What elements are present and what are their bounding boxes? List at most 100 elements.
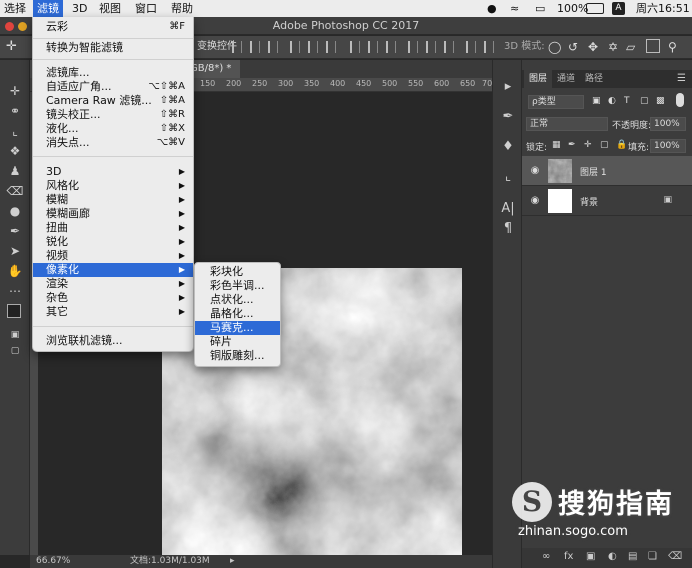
menu-item-stylize[interactable]: 风格化 ▶ bbox=[33, 179, 193, 193]
distribute-spacing-icon[interactable] bbox=[484, 41, 494, 53]
submenu-item-mosaic[interactable]: 马赛克... bbox=[195, 321, 280, 335]
panel-menu-icon[interactable]: ☰ bbox=[677, 73, 686, 84]
menu-item-3d[interactable]: 3D ▶ bbox=[33, 165, 193, 179]
3d-roll-icon[interactable]: ↺ bbox=[568, 40, 578, 54]
adjustments-panel-icon[interactable]: ♦ bbox=[499, 138, 517, 156]
character-panel-icon[interactable]: A| bbox=[499, 200, 517, 218]
workspace-icon[interactable] bbox=[646, 39, 660, 53]
eraser-tool-icon[interactable]: ⌫ bbox=[4, 182, 26, 200]
fill-field[interactable]: 100% bbox=[650, 139, 686, 153]
filter-shape-icon[interactable]: ▢ bbox=[640, 96, 649, 106]
layer-row[interactable]: ◉ 背景 ▣ bbox=[522, 186, 692, 216]
filter-smart-object-icon[interactable]: ▩ bbox=[656, 96, 665, 106]
qq-penguin-icon[interactable]: ● bbox=[487, 0, 497, 17]
search-icon[interactable]: ⚲ bbox=[668, 40, 677, 54]
menu-item-adaptive-wide-angle[interactable]: 自适应广角... ⌥⇧⌘A bbox=[33, 80, 193, 94]
foreground-color-swatch[interactable] bbox=[7, 304, 21, 318]
layer-name[interactable]: 背景 bbox=[580, 195, 598, 208]
delete-layer-icon[interactable]: ⌫ bbox=[668, 551, 682, 562]
menu-item-lens-correction[interactable]: 镜头校正... ⇧⌘R bbox=[33, 108, 193, 122]
menu-item-liquify[interactable]: 液化... ⇧⌘X bbox=[33, 122, 193, 136]
submenu-item-facet[interactable]: 彩块化 bbox=[195, 265, 280, 279]
lasso-tool-icon[interactable]: ⚭ bbox=[4, 102, 26, 120]
menu-item-filter-gallery[interactable]: 滤镜库... bbox=[33, 66, 193, 80]
paragraph-panel-icon[interactable]: ¶ bbox=[499, 220, 517, 238]
wifi-icon[interactable]: ≈ bbox=[510, 0, 519, 17]
submenu-item-fragment[interactable]: 碎片 bbox=[195, 335, 280, 349]
menu-item-sharpen[interactable]: 锐化 ▶ bbox=[33, 235, 193, 249]
lock-position-icon[interactable]: ✛ bbox=[584, 140, 592, 150]
tab-paths[interactable]: 路径 bbox=[580, 70, 608, 88]
3d-scale-icon[interactable]: ▱ bbox=[626, 40, 635, 54]
distribute-middle-icon[interactable] bbox=[368, 41, 378, 53]
more-tools-icon[interactable]: ⋯ bbox=[4, 282, 26, 300]
show-transform-controls[interactable]: 变换控件 bbox=[197, 40, 237, 54]
lock-all-icon[interactable]: 🔒 bbox=[616, 140, 627, 150]
filter-adjustment-icon[interactable]: ◐ bbox=[608, 96, 616, 106]
clock[interactable]: 周六16:51 bbox=[636, 0, 690, 17]
auto-align-icon[interactable] bbox=[466, 41, 476, 53]
align-middle-icon[interactable] bbox=[308, 41, 318, 53]
submenu-item-crystallize[interactable]: 晶格化... bbox=[195, 307, 280, 321]
menu-item-noise[interactable]: 杂色 ▶ bbox=[33, 291, 193, 305]
tab-layers[interactable]: 图层 bbox=[524, 70, 553, 88]
menu-item-blur-gallery[interactable]: 模糊画廊 ▶ bbox=[33, 207, 193, 221]
submenu-item-pointillize[interactable]: 点状化... bbox=[195, 293, 280, 307]
menu-filter[interactable]: 滤镜 bbox=[33, 0, 63, 17]
filter-type-icon[interactable]: T bbox=[624, 96, 630, 106]
align-bottom-icon[interactable] bbox=[326, 41, 336, 53]
menu-help[interactable]: 帮助 bbox=[167, 0, 197, 17]
dodge-tool-icon[interactable]: ● bbox=[4, 202, 26, 220]
blend-mode-select[interactable]: 正常 bbox=[526, 117, 608, 131]
opacity-field[interactable]: 100% bbox=[650, 117, 686, 131]
adjustment-layer-icon[interactable]: ◐ bbox=[608, 551, 617, 562]
menu-item-clouds[interactable]: 云彩 ⌘F bbox=[33, 20, 193, 34]
pen-tool-icon[interactable]: ✒ bbox=[4, 222, 26, 240]
layer-kind-filter[interactable]: ρ类型 bbox=[528, 95, 584, 109]
layer-name[interactable]: 图层 1 bbox=[580, 165, 607, 178]
filter-pixel-icon[interactable]: ▣ bbox=[592, 96, 601, 106]
brush-panel-icon[interactable]: ✒ bbox=[499, 108, 517, 126]
screen-mode-icon[interactable]: ▢ bbox=[4, 342, 26, 360]
stamp-tool-icon[interactable]: ♟ bbox=[4, 162, 26, 180]
menu-item-blur[interactable]: 模糊 ▶ bbox=[33, 193, 193, 207]
3d-pan-icon[interactable]: ✥ bbox=[588, 40, 598, 54]
align-right-icon[interactable] bbox=[268, 41, 278, 53]
distribute-bottom-icon[interactable] bbox=[386, 41, 396, 53]
distribute-top-icon[interactable] bbox=[350, 41, 360, 53]
menu-view[interactable]: 视图 bbox=[95, 0, 125, 17]
hand-tool-icon[interactable]: ✋ bbox=[4, 262, 26, 280]
filter-toggle[interactable] bbox=[676, 93, 684, 107]
visibility-eye-icon[interactable]: ◉ bbox=[529, 165, 541, 177]
document-size-info[interactable]: 文档:1.03M/1.03M bbox=[130, 555, 210, 568]
move-tool-icon[interactable]: ✛ bbox=[6, 40, 17, 54]
lock-pixels-icon[interactable]: ✒ bbox=[568, 140, 576, 150]
crop-tool-icon[interactable]: ⌞ bbox=[4, 122, 26, 140]
distribute-center-icon[interactable] bbox=[426, 41, 436, 53]
menu-item-convert-smart-filter[interactable]: 转换为智能滤镜 bbox=[33, 41, 193, 55]
visibility-eye-icon[interactable]: ◉ bbox=[529, 195, 541, 207]
link-layers-icon[interactable]: ∞ bbox=[542, 551, 550, 562]
menu-item-pixelate[interactable]: 像素化 ▶ bbox=[33, 263, 193, 277]
status-menu-arrow-icon[interactable]: ▸ bbox=[230, 555, 235, 568]
menu-item-browse-online-filters[interactable]: 浏览联机滤镜... bbox=[33, 334, 193, 348]
history-panel-icon[interactable]: ▸ bbox=[499, 78, 517, 96]
layer-row[interactable]: ◉ 图层 1 bbox=[522, 156, 692, 186]
lock-transparent-icon[interactable]: ▦ bbox=[552, 140, 561, 150]
menu-3d[interactable]: 3D bbox=[68, 0, 91, 17]
menu-item-other[interactable]: 其它 ▶ bbox=[33, 305, 193, 319]
screen-mirror-icon[interactable]: ▭ bbox=[535, 0, 545, 17]
layer-style-button[interactable]: fx bbox=[564, 551, 573, 562]
move-tool-icon[interactable]: ✛ bbox=[4, 82, 26, 100]
submenu-item-mezzotint[interactable]: 铜版雕刻... bbox=[195, 349, 280, 363]
tab-channels[interactable]: 通道 bbox=[552, 70, 580, 88]
menu-item-camera-raw[interactable]: Camera Raw 滤镜... ⇧⌘A bbox=[33, 94, 193, 108]
new-group-icon[interactable]: ▤ bbox=[628, 551, 637, 562]
healing-brush-icon[interactable]: ❖ bbox=[4, 142, 26, 160]
3d-orbit-icon[interactable]: ◯ bbox=[548, 40, 561, 54]
align-left-icon[interactable] bbox=[232, 41, 242, 53]
add-mask-icon[interactable]: ▣ bbox=[586, 551, 595, 562]
align-top-icon[interactable] bbox=[290, 41, 300, 53]
align-center-icon[interactable] bbox=[250, 41, 260, 53]
3d-slide-icon[interactable]: ✡ bbox=[608, 40, 618, 54]
